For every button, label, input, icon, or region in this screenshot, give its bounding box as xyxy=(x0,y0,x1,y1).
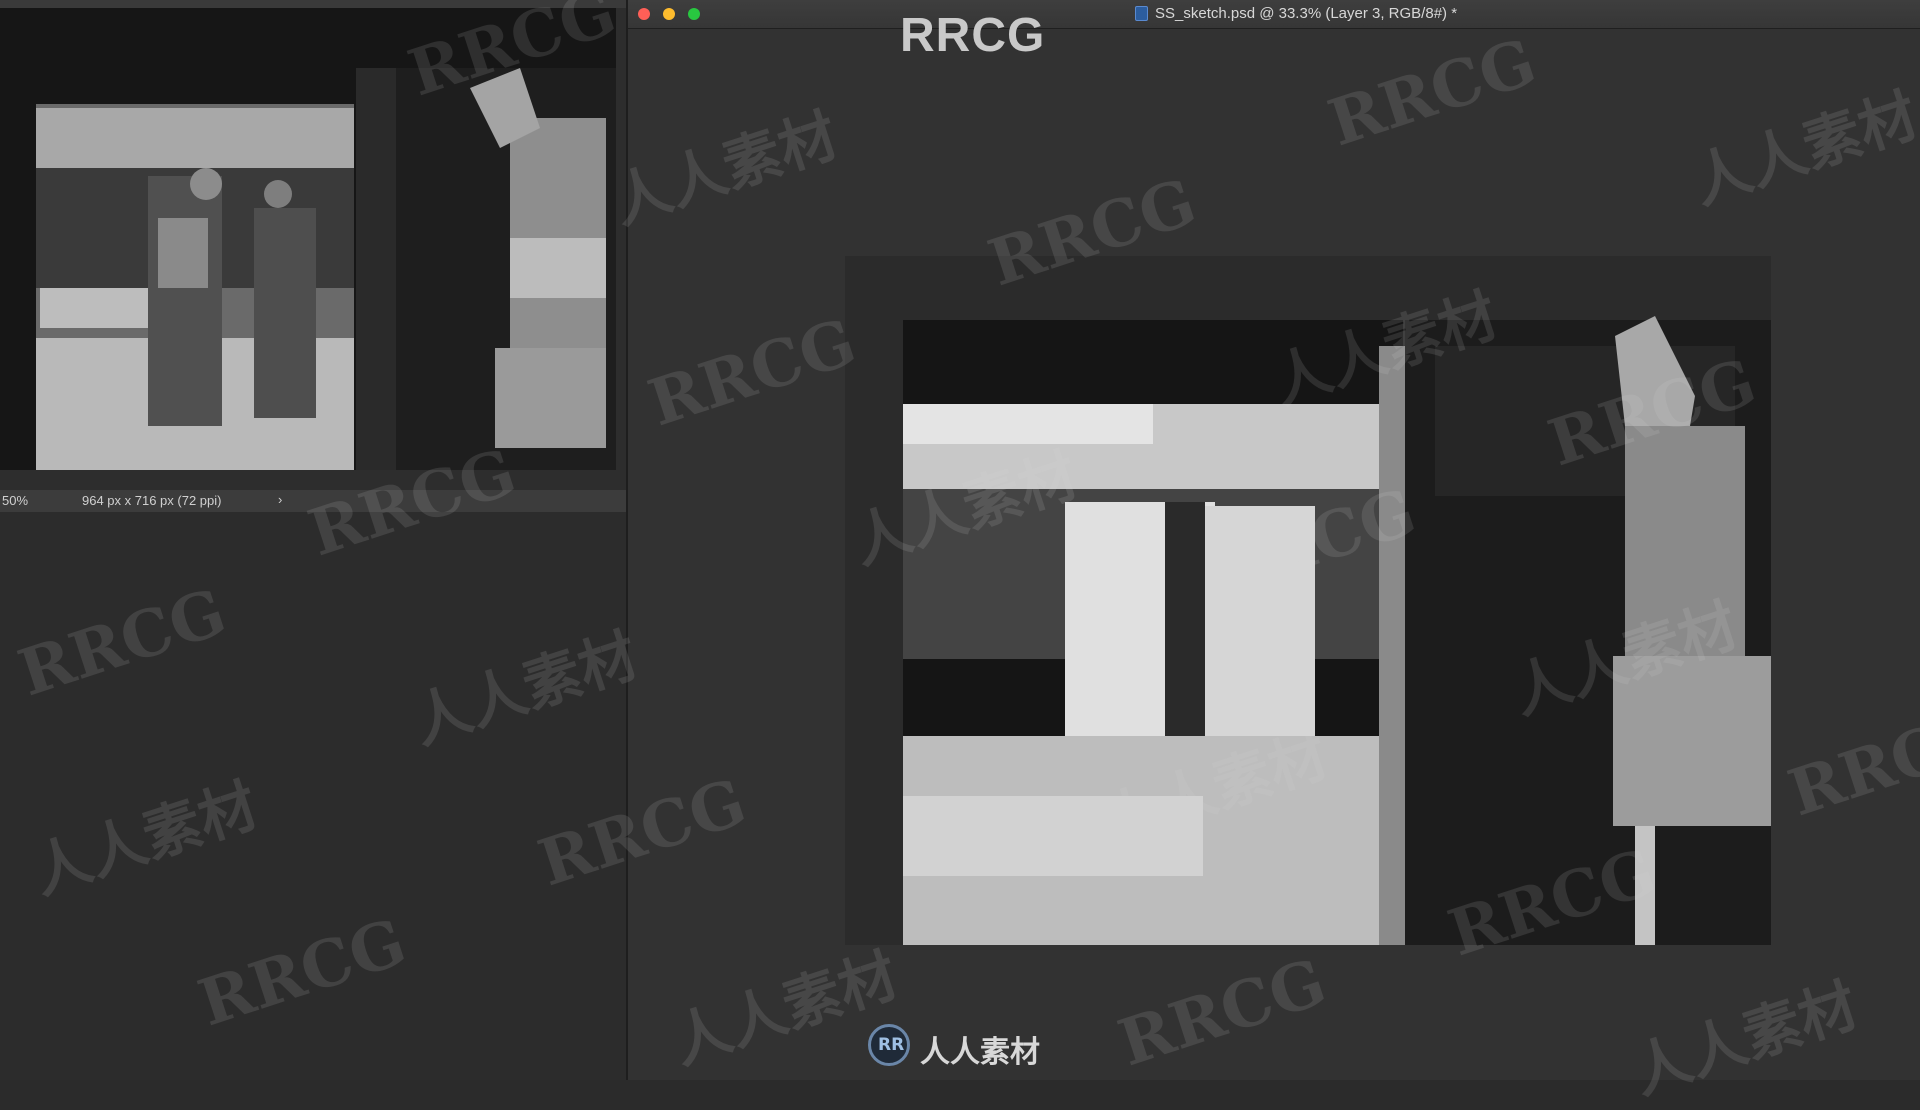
document-dimensions: 964 px x 716 px (72 ppi) xyxy=(82,493,222,508)
sketch-canvas-art xyxy=(845,256,1771,945)
reference-status-bar: 50% 964 px x 716 px (72 ppi) › xyxy=(0,490,626,512)
document-title: SS_sketch.psd @ 33.3% (Layer 3, RGB/8#) … xyxy=(1155,5,1458,22)
reference-panel: 50% 964 px x 716 px (72 ppi) › xyxy=(0,0,626,1080)
minimize-window-button[interactable] xyxy=(663,8,675,20)
document-window: SS_sketch.psd @ 33.3% (Layer 3, RGB/8#) … xyxy=(628,0,1920,1080)
logo-mark-icon: RR xyxy=(868,1024,910,1066)
status-menu-arrow[interactable]: › xyxy=(278,492,282,507)
reference-photo-art xyxy=(0,8,616,470)
zoom-level[interactable]: 50% xyxy=(2,493,28,508)
rrcg-top-watermark: RRCG xyxy=(900,9,1046,62)
psd-file-icon xyxy=(1135,6,1148,21)
reference-titlebar xyxy=(0,0,626,8)
document-titlebar[interactable]: SS_sketch.psd @ 33.3% (Layer 3, RGB/8#) … xyxy=(628,0,1920,29)
logo-text: 人人素材 xyxy=(920,1035,1040,1070)
maximize-window-button[interactable] xyxy=(688,8,700,20)
sketch-canvas[interactable] xyxy=(845,256,1771,945)
reference-photo xyxy=(0,8,616,470)
close-window-button[interactable] xyxy=(638,8,650,20)
reference-empty-area xyxy=(0,512,626,1080)
